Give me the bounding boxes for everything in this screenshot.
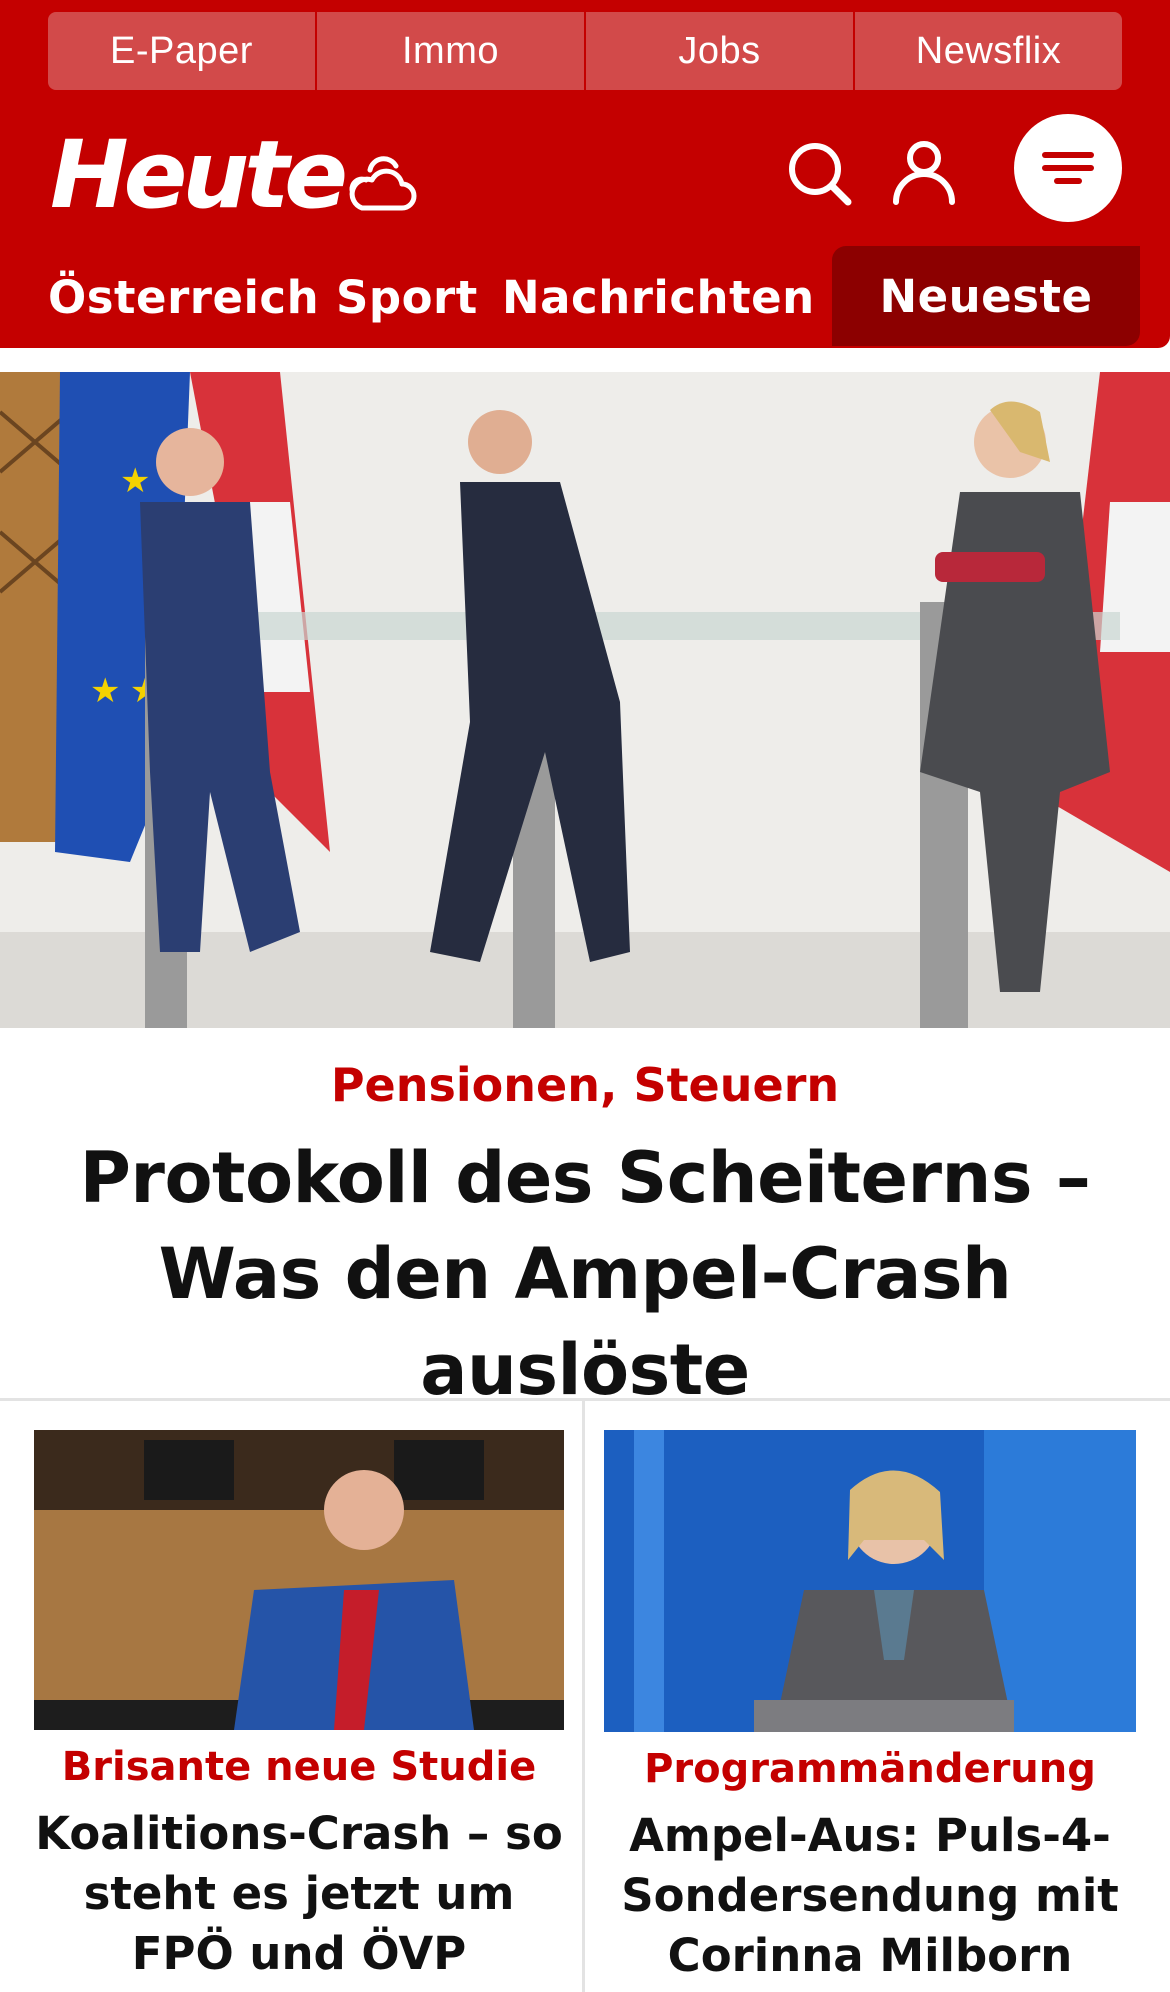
hero-kicker[interactable]: Pensionen, Steuern xyxy=(0,1058,1170,1112)
teaser-image[interactable] xyxy=(604,1430,1136,1732)
hero-photo: ★ ★ ★ xyxy=(0,372,1170,1028)
page: E-Paper Immo Jobs Newsflix Heute Österre… xyxy=(0,0,1170,1992)
service-link-jobs[interactable]: Jobs xyxy=(586,12,855,90)
search-icon[interactable] xyxy=(784,138,856,210)
nav-item-sport[interactable]: Sport xyxy=(336,246,478,348)
heute-logo[interactable]: Heute xyxy=(50,126,348,226)
service-bar: E-Paper Immo Jobs Newsflix xyxy=(0,0,1170,106)
menu-icon xyxy=(1042,152,1094,184)
teaser-photo xyxy=(34,1430,564,1730)
teaser-headline[interactable]: Ampel-Aus: Puls-4-Sondersendung mit Cori… xyxy=(604,1806,1136,1986)
menu-button[interactable] xyxy=(1014,114,1122,222)
weather-cloud-icon[interactable] xyxy=(346,150,420,214)
nav-item-neueste[interactable]: Neueste xyxy=(832,246,1140,346)
service-link-immo[interactable]: Immo xyxy=(317,12,586,90)
nav-item-nachrichten[interactable]: Nachrichten xyxy=(502,246,815,348)
service-links: E-Paper Immo Jobs Newsflix xyxy=(48,12,1122,90)
user-icon[interactable] xyxy=(888,136,960,208)
teaser-image[interactable] xyxy=(34,1430,564,1730)
column-divider xyxy=(582,1400,585,1992)
service-link-newsflix[interactable]: Newsflix xyxy=(855,12,1122,90)
divider xyxy=(0,1398,1170,1401)
teaser-headline[interactable]: Koalitions-Crash – so steht es jetzt um … xyxy=(34,1804,564,1984)
main-nav: Österreich Sport Nachrichten Neueste xyxy=(0,246,1170,348)
site-header: Heute xyxy=(0,106,1170,246)
hero-headline[interactable]: Protokoll des Scheiterns – Was den Ampel… xyxy=(40,1130,1130,1418)
teaser-kicker[interactable]: Brisante neue Studie xyxy=(34,1744,564,1790)
service-link-epaper[interactable]: E-Paper xyxy=(48,12,317,90)
nav-item-oesterreich[interactable]: Österreich xyxy=(48,246,319,348)
hero-image[interactable]: ★ ★ ★ xyxy=(0,372,1170,1028)
teaser-photo xyxy=(604,1430,1136,1732)
svg-text:★: ★ xyxy=(120,462,150,500)
teaser-kicker[interactable]: Programmänderung xyxy=(604,1746,1136,1792)
